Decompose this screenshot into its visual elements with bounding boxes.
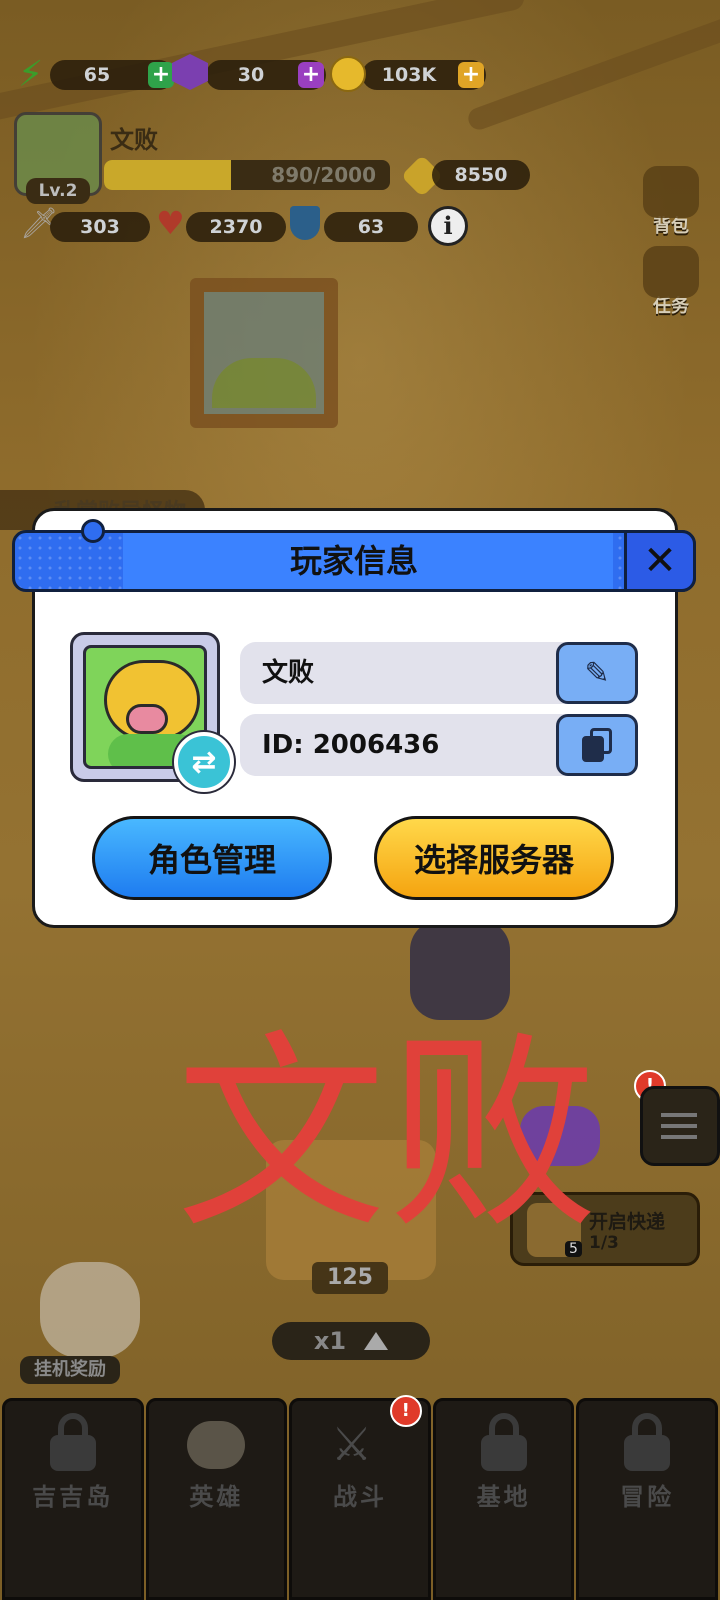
role-management-label: 角色管理 bbox=[147, 841, 276, 879]
defense-value: 63 bbox=[357, 216, 385, 238]
player-name: 文败 bbox=[262, 658, 315, 688]
copy-id-button[interactable] bbox=[556, 714, 638, 776]
select-server-button[interactable]: 选择服务器 bbox=[374, 816, 614, 900]
xp-value: 890/2000 bbox=[271, 163, 376, 187]
xp-bar-fill bbox=[104, 160, 232, 190]
nav-tab-label: 英雄 bbox=[189, 1483, 244, 1511]
gem-icon bbox=[172, 54, 208, 90]
copy-icon bbox=[582, 728, 612, 762]
nav-tab-label: 吉吉岛 bbox=[32, 1483, 114, 1511]
hp-value: 2370 bbox=[209, 216, 263, 238]
id-field: ID: 2006436 bbox=[240, 714, 638, 776]
lock-icon bbox=[624, 1413, 671, 1471]
hud-player-name: 文败 bbox=[110, 126, 158, 154]
lock-icon bbox=[480, 1413, 527, 1471]
nav-tab-hero[interactable]: 英雄 bbox=[145, 1398, 288, 1600]
swap-avatar-button[interactable]: ⇄ bbox=[174, 732, 234, 792]
edit-icon: ✎ bbox=[584, 655, 610, 691]
list-icon bbox=[661, 1113, 697, 1117]
lightning-icon: ⚡ bbox=[18, 54, 44, 95]
lock-icon bbox=[49, 1413, 96, 1471]
idle-reward-button[interactable]: 挂机奖励 bbox=[20, 1256, 160, 1386]
delivery-title: 开启快递 bbox=[589, 1211, 666, 1233]
energy-add-button[interactable]: + bbox=[148, 62, 174, 88]
power-value: 8550 bbox=[454, 164, 508, 186]
hero-character bbox=[410, 920, 510, 1020]
xp-bar: 890/2000 bbox=[104, 160, 390, 190]
bag-button[interactable]: 背包 bbox=[638, 166, 704, 238]
select-server-label: 选择服务器 bbox=[413, 841, 574, 879]
nav-tab-base[interactable]: 基地 bbox=[432, 1398, 575, 1600]
dialog-title: 玩家信息 bbox=[289, 542, 418, 580]
swap-icon: ⇄ bbox=[191, 744, 217, 780]
nav-tab-island[interactable]: 吉吉岛 bbox=[2, 1398, 144, 1600]
backpack-icon bbox=[643, 166, 699, 218]
player-id: ID: 2006436 bbox=[262, 730, 440, 760]
edit-name-button[interactable]: ✎ bbox=[556, 642, 638, 704]
nav-tab-label: 战斗 bbox=[332, 1483, 387, 1511]
gem-add-button[interactable]: + bbox=[298, 62, 324, 88]
name-field: 文败 ✎ bbox=[240, 642, 638, 704]
attack-value: 303 bbox=[80, 216, 120, 238]
tasks-button[interactable]: 任务 bbox=[638, 246, 704, 318]
nav-tab-label: 冒险 bbox=[620, 1483, 675, 1511]
notification-badge: ! bbox=[389, 1395, 422, 1427]
power-pill: 8550 bbox=[432, 160, 530, 190]
coin-icon bbox=[330, 56, 366, 92]
lucky-cat-icon bbox=[40, 1262, 140, 1358]
nav-tab-label: 基地 bbox=[476, 1483, 531, 1511]
nav-tab-adventure[interactable]: 冒险 bbox=[576, 1398, 718, 1600]
scroll-icon bbox=[643, 246, 699, 298]
level-badge: Lv.2 bbox=[26, 178, 90, 204]
pig-hero-icon bbox=[187, 1413, 246, 1471]
nav-tab-battle[interactable]: ⚔ 战斗 ! bbox=[289, 1395, 431, 1600]
idle-reward-label: 挂机奖励 bbox=[20, 1356, 120, 1384]
dialog-header: 玩家信息 ✕ bbox=[12, 519, 696, 592]
heart-icon: ♥ bbox=[156, 204, 185, 242]
shield-icon bbox=[290, 206, 320, 240]
coin-add-button[interactable]: + bbox=[458, 62, 484, 88]
speed-toggle[interactable]: x1 bbox=[272, 1322, 430, 1360]
picture-frame bbox=[190, 278, 338, 428]
bottom-nav: 吉吉岛 英雄 ⚔ 战斗 ! 基地 冒险 bbox=[0, 1395, 720, 1600]
box-counter: 125 bbox=[312, 1262, 388, 1294]
close-button[interactable]: ✕ bbox=[624, 530, 696, 592]
triangle-up-icon bbox=[364, 1332, 389, 1350]
energy-value: 65 bbox=[83, 64, 111, 86]
crossed-swords-icon: ⚔ bbox=[330, 1417, 373, 1471]
menu-list-button[interactable] bbox=[640, 1086, 720, 1166]
speed-value: x1 bbox=[313, 1327, 347, 1355]
gem-value: 30 bbox=[237, 64, 265, 86]
close-icon: ✕ bbox=[643, 538, 677, 584]
watermark-text: 文败 bbox=[176, 1012, 601, 1257]
info-icon[interactable]: i bbox=[428, 206, 468, 246]
coin-value: 103K bbox=[381, 64, 437, 86]
role-management-button[interactable]: 角色管理 bbox=[92, 816, 332, 900]
box-counter-value: 125 bbox=[327, 1265, 373, 1290]
